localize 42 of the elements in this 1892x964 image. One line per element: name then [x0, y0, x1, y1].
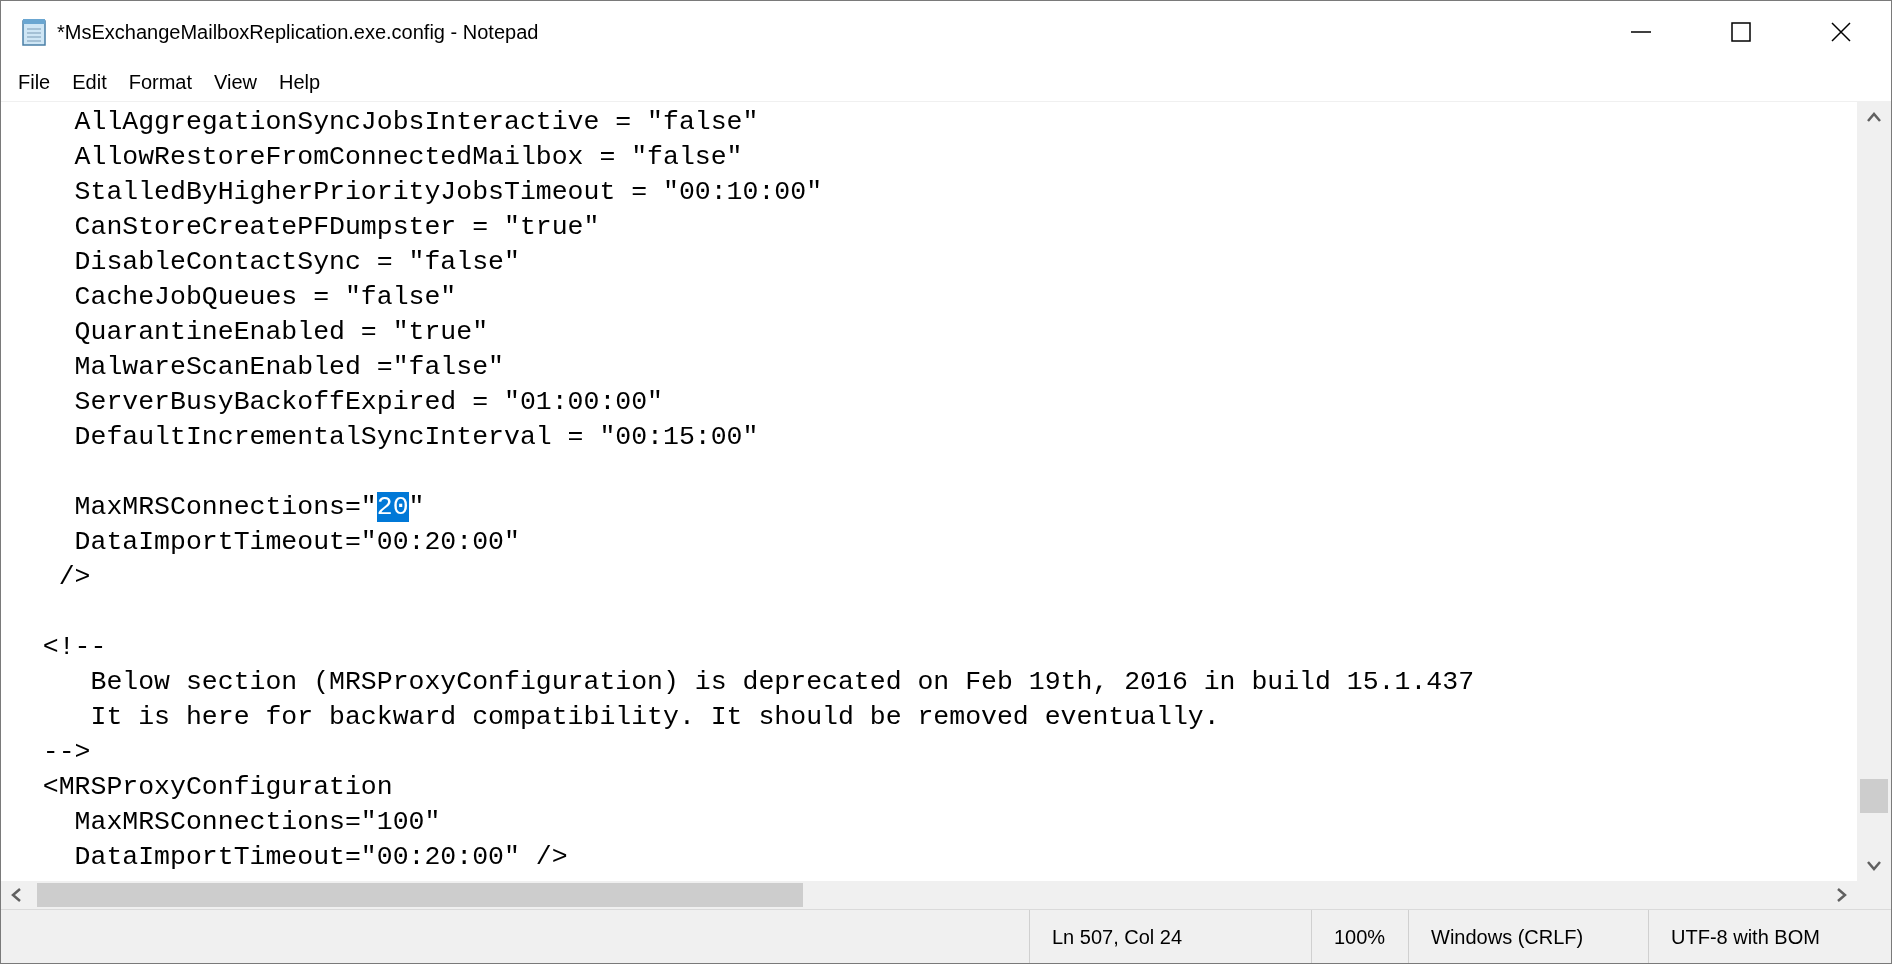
code-line: DataImportTimeout="00:20:00": [73, 526, 520, 559]
code-line: Below section (MRSProxyConfiguration) is deprecated on Feb 19th, 2016 in build 15.1.437: [89, 666, 1475, 699]
status-text: UTF-8 with BOM: [1671, 924, 1820, 950]
vertical-scrollbar[interactable]: [1857, 102, 1891, 881]
status-text: Windows (CRLF): [1431, 924, 1584, 950]
close-icon: [1831, 22, 1851, 42]
scroll-right-icon: [1837, 888, 1847, 902]
notepad-icon: [21, 18, 47, 46]
menu-item[interactable]: Edit: [61, 67, 118, 97]
code-line: />: [57, 561, 91, 594]
code-line: QuarantineEnabled = "true": [73, 316, 489, 349]
code-line: CanStoreCreatePFDumpster = "true": [73, 211, 600, 244]
code-line: AllowRestoreFromConnectedMailbox = "false": [73, 141, 743, 174]
window-title: *MsExchangeMailboxReplication.exe.config - Notepad: [57, 20, 539, 45]
code-line: AllAggregationSyncJobsInteractive = "false": [73, 106, 759, 139]
menu-item[interactable]: File: [7, 67, 62, 97]
code-line: MaxMRSConnections="20": [73, 491, 425, 524]
scroll-down-icon: [1867, 861, 1881, 871]
code-line: -->: [41, 736, 91, 769]
code-line: DataImportTimeout="00:20:00" />: [73, 841, 568, 874]
horizontal-scrollbar[interactable]: [1, 881, 1857, 909]
menu-item[interactable]: Format: [117, 67, 204, 97]
code-line: MalwareScanEnabled ="false": [73, 351, 504, 384]
menu-item[interactable]: View: [203, 67, 269, 97]
code-line: <!--: [41, 631, 107, 664]
scrollbar-thumb[interactable]: [37, 883, 803, 907]
menu-item[interactable]: Help: [268, 67, 332, 97]
scroll-left-icon: [11, 888, 21, 902]
scroll-up-icon: [1867, 112, 1881, 122]
scrollbar-thumb[interactable]: [1860, 779, 1888, 813]
code-line: StalledByHigherPriorityJobsTimeout = "00:10:00": [73, 176, 823, 209]
code-line: ServerBusyBackoffExpired = "01:00:00": [73, 386, 663, 419]
status-text: Ln 507, Col 24: [1052, 924, 1183, 950]
code-line: MaxMRSConnections="100": [73, 806, 441, 839]
code-line: DefaultIncrementalSyncInterval = "00:15:00": [73, 421, 759, 454]
code-line: DisableContactSync = "false": [73, 246, 520, 279]
minimize-icon: [1631, 31, 1651, 33]
status-text: 100%: [1334, 924, 1386, 950]
code-line: It is here for backward compatibility. It should be removed eventually.: [89, 701, 1220, 734]
maximize-icon: [1731, 22, 1751, 42]
code-line: CacheJobQueues = "false": [73, 281, 457, 314]
code-line: <MRSProxyConfiguration: [41, 771, 393, 804]
